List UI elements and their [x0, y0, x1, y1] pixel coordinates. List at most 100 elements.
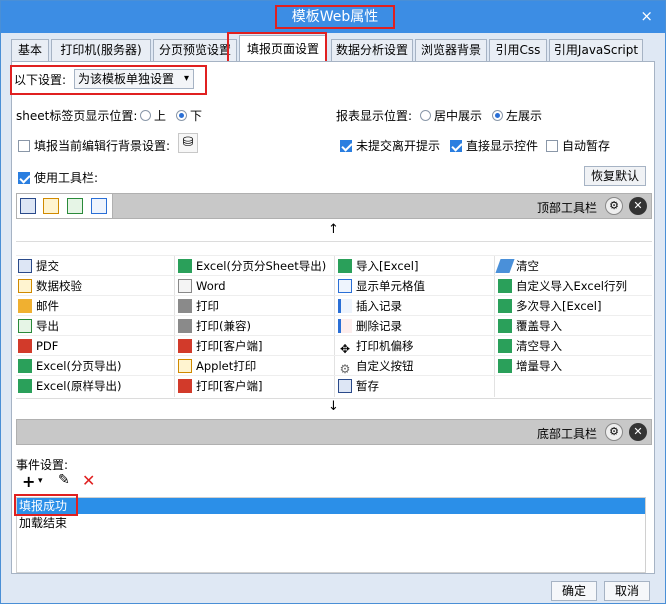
- paint-bucket-icon[interactable]: ⛁: [178, 133, 198, 153]
- settings-select-value: 为该模板单独设置: [78, 72, 175, 86]
- grid-item-multi-import[interactable]: 多次导入[Excel]: [496, 296, 601, 316]
- ok-button[interactable]: 确定: [551, 581, 597, 601]
- grid-item-clear[interactable]: 清空: [495, 256, 539, 276]
- unsubmitted-checkbox[interactable]: 未提交离开提示: [340, 137, 440, 154]
- delete-icon[interactable]: ✕: [82, 471, 95, 490]
- window-icon[interactable]: [91, 198, 107, 214]
- use-toolbar-label: 使用工具栏:: [34, 171, 99, 185]
- chevron-down-icon[interactable]: ▾: [38, 476, 43, 486]
- grid-item-print-compat[interactable]: 打印(兼容): [176, 316, 251, 336]
- event-item-fill-success[interactable]: 填报成功: [17, 498, 645, 514]
- direct-widget-checkbox[interactable]: 直接显示控件: [450, 137, 538, 154]
- grid-item-show-cell-value[interactable]: 显示单元格值: [336, 276, 425, 296]
- report-pos-center-radio[interactable]: 居中展示: [420, 107, 482, 124]
- grid-item-custom-button[interactable]: ⚙ 自定义按钮: [336, 356, 414, 376]
- grid-item-insert-record[interactable]: 插入记录: [336, 296, 402, 316]
- grid-item-custom-import[interactable]: 自定义导入Excel行列: [496, 276, 627, 296]
- event-list: 填报成功 加载结束: [16, 497, 646, 573]
- bottom-toolbar-label: 底部工具栏: [537, 427, 598, 441]
- check-icon[interactable]: [43, 198, 59, 214]
- save-icon[interactable]: [20, 198, 36, 214]
- mail-icon: [18, 299, 32, 313]
- tab-data-analysis[interactable]: 数据分析设置: [331, 39, 413, 61]
- grid-item-submit[interactable]: 提交: [16, 256, 59, 276]
- use-toolbar-checkbox[interactable]: 使用工具栏:: [18, 169, 98, 186]
- tab-javascript[interactable]: 引用JavaScript: [549, 39, 643, 61]
- grid-item-email[interactable]: 邮件: [16, 296, 59, 316]
- grid-item-label: 自定义导入Excel行列: [516, 279, 627, 293]
- grid-item-clear-import[interactable]: 清空导入: [496, 336, 562, 356]
- grid-item-delete-record[interactable]: 删除记录: [336, 316, 402, 336]
- gear-icon[interactable]: ⚙: [605, 197, 623, 215]
- grid-item-excel-sheet[interactable]: Excel(分页分Sheet导出): [176, 256, 326, 276]
- applet-icon: [178, 359, 192, 373]
- cancel-button[interactable]: 取消: [604, 581, 650, 601]
- grid-item-label: 打印: [196, 299, 219, 313]
- grid-item-import-excel[interactable]: 导入[Excel]: [336, 256, 418, 276]
- grid-item-print-client-2[interactable]: 打印[客户端]: [176, 376, 262, 396]
- close-icon[interactable]: ×: [640, 7, 653, 25]
- window-title: 模板Web属性: [275, 5, 395, 29]
- remove-icon[interactable]: ✕: [629, 197, 647, 215]
- grid-item-print-client[interactable]: 打印[客户端]: [176, 336, 262, 356]
- grid-item-applet-print[interactable]: Applet打印: [176, 356, 256, 376]
- top-toolbar: 顶部工具栏 ⚙ ✕: [16, 193, 652, 219]
- divider: [16, 241, 652, 242]
- chevron-down-icon: ▾: [183, 73, 189, 84]
- grid-item-label: Excel(原样导出): [36, 379, 122, 393]
- grid-item-printer-offset[interactable]: ✥ 打印机偏移: [336, 336, 414, 356]
- tab-basic[interactable]: 基本: [11, 39, 49, 61]
- grid-item-label: PDF: [36, 339, 59, 353]
- excel-icon: [498, 319, 512, 333]
- sheet-pos-bottom-radio[interactable]: 下: [176, 107, 202, 124]
- autosave-checkbox[interactable]: 自动暂存: [546, 137, 610, 154]
- sheet-pos-top-radio[interactable]: 上: [140, 107, 166, 124]
- grid-item-overwrite-import[interactable]: 覆盖导入: [496, 316, 562, 336]
- grid-item-print[interactable]: 打印: [176, 296, 219, 316]
- tab-page-preview[interactable]: 分页预览设置: [153, 39, 237, 61]
- gear-icon[interactable]: ⚙: [605, 423, 623, 441]
- flash-print-icon: [178, 339, 192, 353]
- restore-default-button[interactable]: 恢复默认: [584, 166, 646, 186]
- grid-item-label: 暂存: [356, 379, 379, 393]
- grid-item-label: Applet打印: [196, 359, 257, 373]
- grid-item-incremental-import[interactable]: 增量导入: [496, 356, 562, 376]
- save-icon: [338, 379, 352, 393]
- grid-item-excel-paged[interactable]: Excel(分页导出): [16, 356, 121, 376]
- export-icon[interactable]: [67, 198, 83, 214]
- add-icon[interactable]: +: [22, 472, 35, 491]
- tab-browser-bg[interactable]: 浏览器背景: [415, 39, 487, 61]
- grid-item-temp-save[interactable]: 暂存: [336, 376, 379, 396]
- event-item-load-end[interactable]: 加载结束: [17, 515, 645, 531]
- grid-item-pdf[interactable]: PDF: [16, 336, 58, 356]
- grid-item-label: 自定义按钮: [356, 359, 414, 373]
- checkbox-icon: [18, 140, 30, 152]
- unsubmitted-label: 未提交离开提示: [356, 139, 441, 153]
- move-down-icon[interactable]: ↓: [328, 399, 339, 414]
- tab-css[interactable]: 引用Css: [489, 39, 547, 61]
- autosave-label: 自动暂存: [562, 139, 611, 153]
- settings-select[interactable]: 为该模板单独设置 ▾: [74, 69, 194, 89]
- grid-item-excel-original[interactable]: Excel(原样导出): [16, 376, 121, 396]
- eraser-icon: [495, 259, 515, 273]
- fill-bg-checkbox[interactable]: 填报当前编辑行背景设置:: [18, 137, 170, 154]
- grid-item-label: 打印(兼容): [196, 319, 251, 333]
- title-bar[interactable]: 模板Web属性 ×: [1, 1, 665, 33]
- tab-printer-server[interactable]: 打印机(服务器): [51, 39, 151, 61]
- top-toolbar-label: 顶部工具栏: [537, 201, 598, 215]
- grid-item-export[interactable]: 导出: [16, 316, 59, 336]
- edit-icon[interactable]: ✎: [58, 472, 70, 488]
- cell-icon: [338, 279, 352, 293]
- grid-item-label: 导入[Excel]: [356, 259, 419, 273]
- grid-item-validate[interactable]: 数据校验: [16, 276, 82, 296]
- grid-item-word[interactable]: Word: [176, 276, 226, 296]
- grid-item-label: 打印[客户端]: [196, 339, 263, 353]
- sheet-pos-bottom-label: 下: [190, 109, 203, 123]
- grid-item-label: 打印机偏移: [356, 339, 414, 353]
- grid-row-divider: [16, 255, 652, 256]
- grid-item-label: 增量导入: [516, 359, 562, 373]
- move-up-icon[interactable]: ↑: [328, 222, 339, 237]
- tab-fill-page[interactable]: 填报页面设置: [239, 35, 327, 62]
- remove-icon[interactable]: ✕: [629, 423, 647, 441]
- report-pos-left-radio[interactable]: 左展示: [492, 107, 542, 124]
